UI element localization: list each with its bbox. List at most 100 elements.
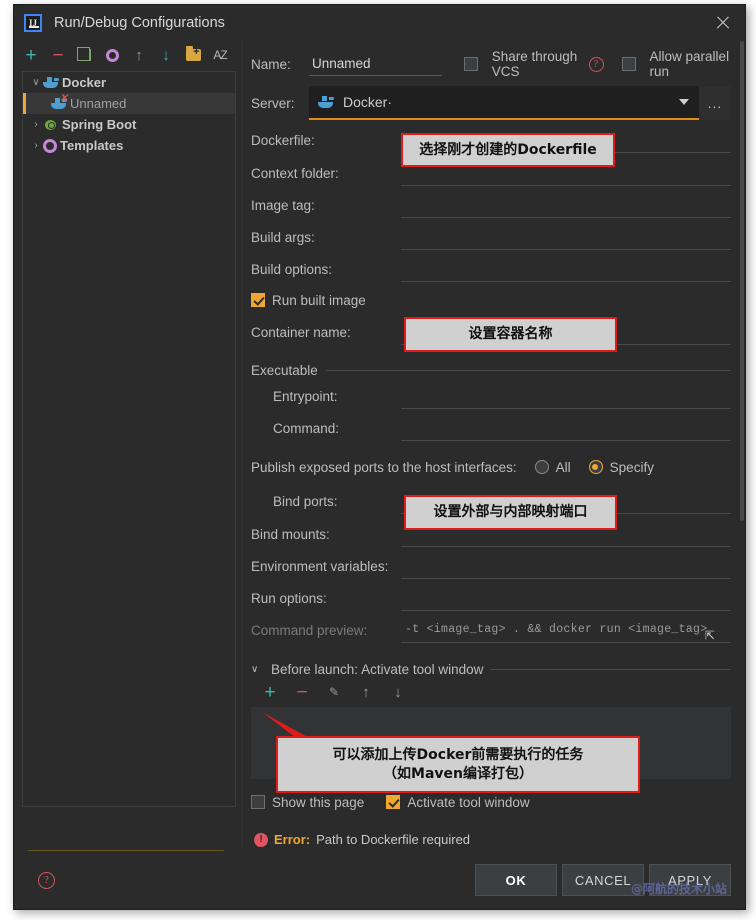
before-launch-header: ∨ Before launch: Activate tool window	[251, 662, 731, 677]
configurations-tree-pane: + − ↑ ↓ AZ ∨ Docker ✕	[14, 41, 243, 865]
server-combobox[interactable]: Docker·	[309, 86, 699, 120]
apply-button[interactable]: APPLY	[649, 864, 731, 896]
annotation-text: 选择刚才创建的Dockerfile	[419, 141, 597, 158]
task-move-up-button[interactable]: ↑	[357, 683, 375, 701]
new-folder-button[interactable]	[184, 46, 202, 64]
move-down-button[interactable]: ↓	[157, 46, 175, 64]
allow-parallel-run-label[interactable]: Allow parallel run	[650, 49, 731, 79]
docker-error-icon: ✕	[51, 94, 68, 110]
remove-configuration-button[interactable]: −	[49, 46, 67, 65]
container-name-label: Container name:	[251, 324, 351, 340]
allow-parallel-run-checkbox[interactable]	[621, 57, 636, 71]
configurations-tree: ∨ Docker ✕ Unnamed › Spring Boot › Templ…	[22, 71, 236, 807]
edit-templates-button[interactable]	[103, 46, 121, 64]
error-prefix: Error:	[274, 832, 311, 847]
tree-item-unnamed[interactable]: ✕ Unnamed	[23, 93, 235, 114]
copy-configuration-button[interactable]	[76, 46, 94, 64]
activate-tool-window-label[interactable]: Activate tool window	[407, 795, 529, 810]
annotation-text-line1: 可以添加上传Docker前需要执行的任务	[332, 746, 584, 763]
run-options-label: Run options:	[251, 590, 327, 606]
bind-mounts-label: Bind mounts:	[251, 526, 330, 542]
annotation-text: 设置外部与内部映射端口	[433, 504, 588, 521]
share-through-vcs-checkbox[interactable]	[463, 57, 478, 71]
entrypoint-row: Entrypoint:	[251, 380, 731, 412]
environment-variables-input[interactable]	[401, 553, 731, 579]
ok-button[interactable]: OK	[475, 864, 557, 896]
run-built-image-checkbox[interactable]	[251, 293, 265, 307]
server-label: Server:	[251, 95, 295, 111]
chevron-right-icon[interactable]: ›	[29, 119, 43, 130]
tree-item-templates[interactable]: › Templates	[23, 135, 235, 156]
annotation-text: 设置容器名称	[468, 326, 553, 343]
screenshot-root: IJ Run/Debug Configurations + − ↑ ↓ AZ	[0, 0, 756, 920]
move-up-button[interactable]: ↑	[130, 46, 148, 64]
publish-all-radio[interactable]	[534, 460, 549, 474]
expand-icon[interactable]: ⇱	[703, 629, 716, 642]
executable-section-label: Executable	[251, 363, 318, 378]
chevron-down-icon[interactable]: ∨	[29, 77, 43, 88]
build-options-row: Build options:	[251, 253, 731, 285]
dialog-title: Run/Debug Configurations	[54, 15, 225, 31]
tree-item-spring-boot[interactable]: › Spring Boot	[23, 114, 235, 135]
publish-all-label[interactable]: All	[556, 460, 571, 475]
form-vertical-scrollbar[interactable]	[739, 41, 745, 865]
entrypoint-input[interactable]	[401, 383, 731, 409]
tree-toolbar: + − ↑ ↓ AZ	[14, 41, 242, 69]
docker-icon	[318, 95, 335, 109]
chevron-down-icon[interactable]: ∨	[251, 664, 263, 675]
environment-variables-row: Environment variables:	[251, 550, 731, 582]
server-browse-button[interactable]: ...	[699, 86, 731, 120]
dialog-titlebar: IJ Run/Debug Configurations	[14, 5, 745, 41]
publish-specify-radio[interactable]	[588, 460, 603, 474]
chevron-right-icon[interactable]: ›	[29, 140, 43, 151]
before-launch-label: Before launch: Activate tool window	[271, 662, 484, 677]
tree-item-label: Docker	[62, 75, 107, 90]
build-args-input[interactable]	[401, 224, 731, 250]
tree-item-docker[interactable]: ∨ Docker	[23, 72, 235, 93]
annotation-container-name: 设置容器名称	[404, 317, 617, 352]
publish-ports-label: Publish exposed ports to the host interf…	[251, 459, 517, 475]
sort-button[interactable]: AZ	[211, 46, 229, 64]
name-input[interactable]: Unnamed	[309, 52, 442, 76]
templates-gear-icon	[43, 138, 57, 153]
run-options-input[interactable]	[401, 585, 731, 611]
run-built-image-label[interactable]: Run built image	[272, 293, 366, 308]
publish-specify-label[interactable]: Specify	[610, 460, 654, 475]
annotation-bind-ports: 设置外部与内部映射端口	[404, 495, 617, 530]
show-this-page-checkbox[interactable]	[251, 795, 265, 809]
bind-ports-label: Bind ports:	[273, 493, 338, 509]
command-input[interactable]	[401, 415, 731, 441]
docker-icon	[43, 76, 59, 89]
annotation-dockerfile: 选择刚才创建的Dockerfile	[401, 133, 615, 167]
footer-buttons: OK CANCEL APPLY	[475, 864, 731, 896]
edit-task-button[interactable]: ✎	[325, 683, 343, 701]
image-tag-input[interactable]	[401, 192, 731, 218]
build-args-row: Build args:	[251, 221, 731, 253]
activate-tool-window-checkbox[interactable]	[386, 795, 401, 809]
gear-icon	[105, 48, 119, 62]
cancel-button[interactable]: CANCEL	[562, 864, 644, 896]
annotation-text-line2: （如Maven编译打包）	[383, 765, 533, 782]
chevron-down-icon[interactable]	[679, 99, 689, 105]
publish-ports-row: Publish exposed ports to the host interf…	[251, 450, 731, 484]
command-row: Command:	[251, 412, 731, 444]
help-icon[interactable]: ?	[38, 871, 55, 889]
add-configuration-button[interactable]: +	[22, 46, 40, 65]
image-tag-label: Image tag:	[251, 197, 315, 213]
share-through-vcs-label[interactable]: Share through VCS	[492, 49, 582, 79]
show-this-page-label[interactable]: Show this page	[272, 795, 364, 810]
command-preview-value: -t <image_tag> . && docker run <image_ta…	[405, 623, 708, 636]
build-options-input[interactable]	[401, 256, 731, 282]
close-icon[interactable]	[715, 15, 731, 31]
remove-task-button[interactable]: −	[293, 683, 311, 702]
help-icon[interactable]: ?	[588, 56, 604, 72]
annotation-before-launch: 可以添加上传Docker前需要执行的任务 （如Maven编译打包）	[276, 736, 640, 793]
run-debug-configurations-dialog: IJ Run/Debug Configurations + − ↑ ↓ AZ	[13, 4, 746, 910]
command-preview-value-field: -t <image_tag> . && docker run <image_ta…	[401, 617, 731, 643]
server-row: Server: Docker· ...	[251, 83, 731, 123]
run-options-row: Run options:	[251, 582, 731, 614]
dockerfile-label: Dockerfile:	[251, 132, 315, 148]
tree-item-label: Unnamed	[70, 96, 127, 111]
task-move-down-button[interactable]: ↓	[389, 683, 407, 701]
add-task-button[interactable]: +	[261, 683, 279, 702]
